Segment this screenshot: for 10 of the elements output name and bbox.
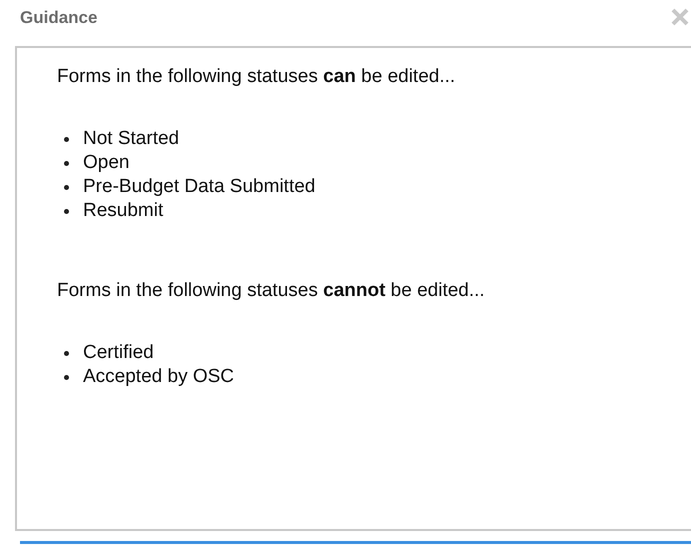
dialog-title: Guidance [20,8,98,28]
status-item: Pre-Budget Data Submitted [57,175,316,199]
status-item: Resubmit [57,199,164,223]
guidance-text: Forms in the following statuses can be edited... [57,65,456,89]
status-item: Accepted by OSC [57,365,234,389]
status-item: Not Started [57,127,180,151]
status-item: Open [57,151,130,175]
guidance-text: Forms in the following statuses cannot be edited... [57,279,486,303]
status-item: Certified [57,341,154,365]
close-icon[interactable] [671,8,689,26]
